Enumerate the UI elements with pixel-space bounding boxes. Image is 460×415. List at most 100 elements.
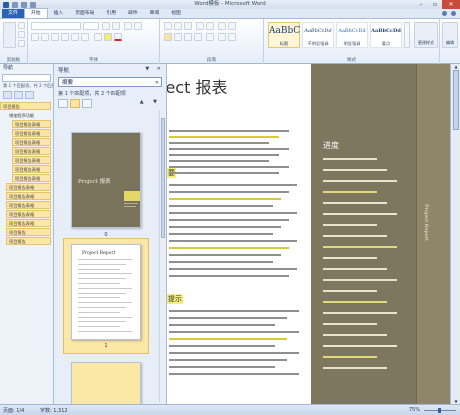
heading-item[interactable]: 项目报告表格	[12, 174, 51, 182]
shading-icon[interactable]	[218, 33, 226, 41]
text-line	[78, 278, 126, 280]
paste-button[interactable]	[3, 22, 16, 48]
nav-pane-controls[interactable]: ▼ ✕	[145, 66, 164, 72]
style-intense-emphasis[interactable]: AaBbCcDd 明显强调	[336, 22, 368, 48]
bullets-icon[interactable]	[164, 22, 172, 30]
text-effects-icon[interactable]	[94, 33, 102, 41]
heading-item[interactable]: 项目报告	[0, 102, 51, 110]
style-strong[interactable]: AaBbCcDd 要点	[370, 22, 402, 48]
align-right-icon[interactable]	[184, 33, 192, 41]
multilevel-list-icon[interactable]	[184, 22, 192, 30]
nav-back-search-input[interactable]	[2, 74, 51, 82]
font-size-select[interactable]	[83, 22, 99, 30]
tab-view[interactable]: 视图	[165, 9, 187, 18]
numbering-icon[interactable]	[174, 22, 182, 30]
shrink-font-icon[interactable]	[112, 22, 120, 30]
heading-item[interactable]: 项目报告表格	[12, 156, 51, 164]
justify-icon[interactable]	[194, 33, 202, 41]
styles-more-icon[interactable]	[404, 22, 410, 48]
minimize-button[interactable]: –	[414, 0, 428, 9]
scroll-up-icon[interactable]: ▲	[451, 64, 460, 69]
change-styles-button[interactable]: 更改样式	[414, 22, 438, 48]
heading-item[interactable]: 项目报告表格	[6, 219, 51, 227]
browse-headings-icon[interactable]	[3, 91, 12, 99]
tab-insert[interactable]: 插入	[48, 9, 70, 18]
page-thumbnail-0[interactable]: Project 报表 0	[63, 112, 149, 242]
change-case-icon[interactable]	[124, 22, 132, 30]
clear-format-icon[interactable]	[134, 22, 142, 30]
nav-scrollbar[interactable]	[159, 110, 165, 402]
style-subtle-emphasis[interactable]: AaBbCcDd 不明显强调	[302, 22, 334, 48]
text-line	[323, 334, 387, 336]
nav-scroll-thumb[interactable]	[161, 118, 165, 238]
increase-indent-icon[interactable]	[206, 22, 214, 30]
font-name-select[interactable]	[31, 22, 81, 30]
browse-pages-icon[interactable]	[14, 91, 23, 99]
heading-item[interactable]: 项目报告	[6, 237, 51, 245]
show-marks-icon[interactable]	[228, 22, 236, 30]
heading-item[interactable]: 项目报告表格	[12, 129, 51, 137]
heading-item[interactable]: 项目报告	[6, 228, 51, 236]
heading-item[interactable]: 项目报告表格	[12, 120, 51, 128]
editing-button[interactable]: 编辑	[442, 22, 458, 48]
strikethrough-icon[interactable]	[61, 33, 69, 41]
sort-icon[interactable]	[218, 22, 226, 30]
bold-icon[interactable]	[31, 33, 39, 41]
subscript-icon[interactable]	[71, 33, 79, 41]
cut-icon[interactable]	[18, 22, 25, 29]
font-color-icon[interactable]	[114, 33, 122, 41]
align-left-icon[interactable]	[164, 33, 172, 41]
text-line	[78, 307, 126, 308]
tab-home[interactable]: 开始	[24, 8, 48, 18]
heading-item[interactable]: 项目报告表格	[12, 165, 51, 173]
borders-icon[interactable]	[228, 33, 236, 41]
zoom-level[interactable]: 75%	[409, 407, 420, 413]
status-word-count[interactable]: 字数: 1,312	[40, 407, 68, 414]
clear-search-icon[interactable]: ✕	[155, 79, 159, 87]
grow-font-icon[interactable]	[102, 22, 110, 30]
help-icon[interactable]	[451, 11, 456, 16]
highlight-color-icon[interactable]	[104, 33, 112, 41]
copy-icon[interactable]	[18, 31, 25, 38]
document-scrollbar[interactable]: ▲ ▼	[450, 64, 460, 404]
text-line	[169, 219, 289, 221]
decrease-indent-icon[interactable]	[196, 22, 204, 30]
minimize-ribbon-icon[interactable]	[442, 11, 447, 16]
heading-item[interactable]: 增加程序功能	[6, 111, 51, 119]
close-button[interactable]: ✕	[442, 0, 460, 9]
format-painter-icon[interactable]	[18, 40, 25, 47]
document-title: ject 报表	[167, 78, 228, 97]
maximize-button[interactable]: ▫	[428, 0, 442, 9]
superscript-icon[interactable]	[81, 33, 89, 41]
tab-mailings[interactable]: 邮件	[122, 9, 144, 18]
document-scroll-thumb[interactable]	[453, 70, 459, 130]
italic-icon[interactable]	[41, 33, 49, 41]
headings-view-icon[interactable]	[58, 99, 68, 108]
heading-item[interactable]: 项目报告表格	[6, 183, 51, 191]
tab-file[interactable]: 文件	[2, 9, 24, 18]
zoom-slider[interactable]	[424, 408, 456, 413]
heading-item[interactable]: 项目报告表格	[12, 147, 51, 155]
heading-item[interactable]: 项目报告表格	[6, 210, 51, 218]
align-center-icon[interactable]	[174, 33, 182, 41]
page-thumbnail-1[interactable]: Project Report 1	[63, 238, 149, 354]
page-thumbnail-2[interactable]	[63, 362, 149, 404]
tab-page-layout[interactable]: 页面布局	[69, 9, 100, 18]
nav-search-input[interactable]: 摘要 ✕	[58, 77, 162, 87]
heading-item[interactable]: 项目报告表格	[6, 192, 51, 200]
tab-review[interactable]: 审阅	[144, 9, 166, 18]
pages-view-icon[interactable]	[70, 99, 80, 108]
heading-item[interactable]: 项目报告表格	[6, 201, 51, 209]
line-spacing-icon[interactable]	[206, 33, 214, 41]
zoom-slider-handle[interactable]	[438, 408, 441, 413]
underline-icon[interactable]	[51, 33, 59, 41]
status-page-count[interactable]: 页面: 1/4	[3, 407, 24, 414]
results-view-icon[interactable]	[82, 99, 92, 108]
prev-next-result-arrows[interactable]: ▲ ▼	[140, 99, 161, 105]
style-strong-name: 要点	[381, 41, 391, 46]
tab-references[interactable]: 引用	[100, 9, 122, 18]
browse-results-icon[interactable]	[25, 91, 34, 99]
heading-item[interactable]: 项目报告表格	[12, 138, 51, 146]
style-title[interactable]: AaBbC 标题	[268, 22, 300, 48]
document-page[interactable]: ject 报表 要 提示 进度 Project Report	[167, 64, 450, 404]
